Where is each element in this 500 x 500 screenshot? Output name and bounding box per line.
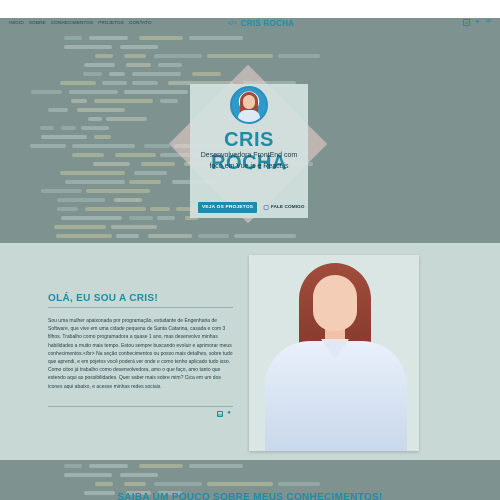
top-strip	[0, 0, 500, 18]
nav-link-conhecimentos[interactable]: CONHECIMENTOS	[51, 20, 94, 25]
contact-button-label: FALE COMIGO	[270, 205, 305, 210]
linkedin-icon[interactable]: in	[217, 411, 223, 417]
nav-link-projetos[interactable]: PROJETOS	[98, 20, 124, 25]
navbar: INÍCIO SOBRE CONHECIMENTOS PROJETOS CONT…	[0, 18, 500, 30]
avatar	[230, 86, 268, 124]
chat-icon: ▢	[263, 205, 269, 211]
about-text: Sou uma mulher apaixonada por programaçã…	[48, 318, 233, 390]
code-bracket-icon: </>	[228, 20, 237, 27]
divider	[48, 406, 233, 407]
divider	[48, 307, 233, 308]
nav-links: INÍCIO SOBRE CONHECIMENTOS PROJETOS CONT…	[9, 20, 152, 25]
skills-title: SAIBA UM POUCO SOBRE MEUS CONHECIMENTOS!	[117, 492, 383, 500]
hero-section: INÍCIO SOBRE CONHECIMENTOS PROJETOS CONT…	[0, 18, 500, 243]
hero-card-panel: CRIS ROCHA Desenvolvedora FrontEnd com f…	[190, 84, 308, 218]
profile-photo	[249, 255, 419, 451]
hero-card: CRIS ROCHA Desenvolvedora FrontEnd com f…	[168, 64, 328, 224]
view-projects-button[interactable]: VEJA OS PROJETOS	[198, 202, 258, 213]
hero-buttons: VEJA OS PROJETOS ▢ FALE COMIGO	[198, 202, 308, 213]
github-icon[interactable]: ●	[474, 19, 481, 26]
about-title: OLÁ, EU SOU A CRIS!	[48, 293, 158, 304]
nav-brand[interactable]: </> CRIS ROCHA	[228, 19, 294, 28]
nav-social: in ● ✉	[463, 19, 492, 26]
linkedin-icon[interactable]: in	[463, 19, 470, 26]
nav-link-inicio[interactable]: INÍCIO	[9, 20, 24, 25]
nav-link-sobre[interactable]: SOBRE	[29, 20, 46, 25]
contact-button[interactable]: ▢ FALE COMIGO	[263, 204, 304, 211]
brand-name: CRIS ROCHA	[240, 19, 295, 28]
nav-link-contato[interactable]: CONTATO	[129, 20, 152, 25]
email-icon[interactable]: ✉	[485, 19, 492, 26]
hero-role: Desenvolvedora FrontEnd com foco em Vue.…	[200, 152, 298, 170]
about-social: in ●	[217, 410, 232, 417]
github-icon[interactable]: ●	[226, 410, 232, 417]
skills-section: SAIBA UM POUCO SOBRE MEUS CONHECIMENTOS!	[0, 460, 500, 500]
about-section: OLÁ, EU SOU A CRIS! Sou uma mulher apaix…	[0, 243, 500, 460]
